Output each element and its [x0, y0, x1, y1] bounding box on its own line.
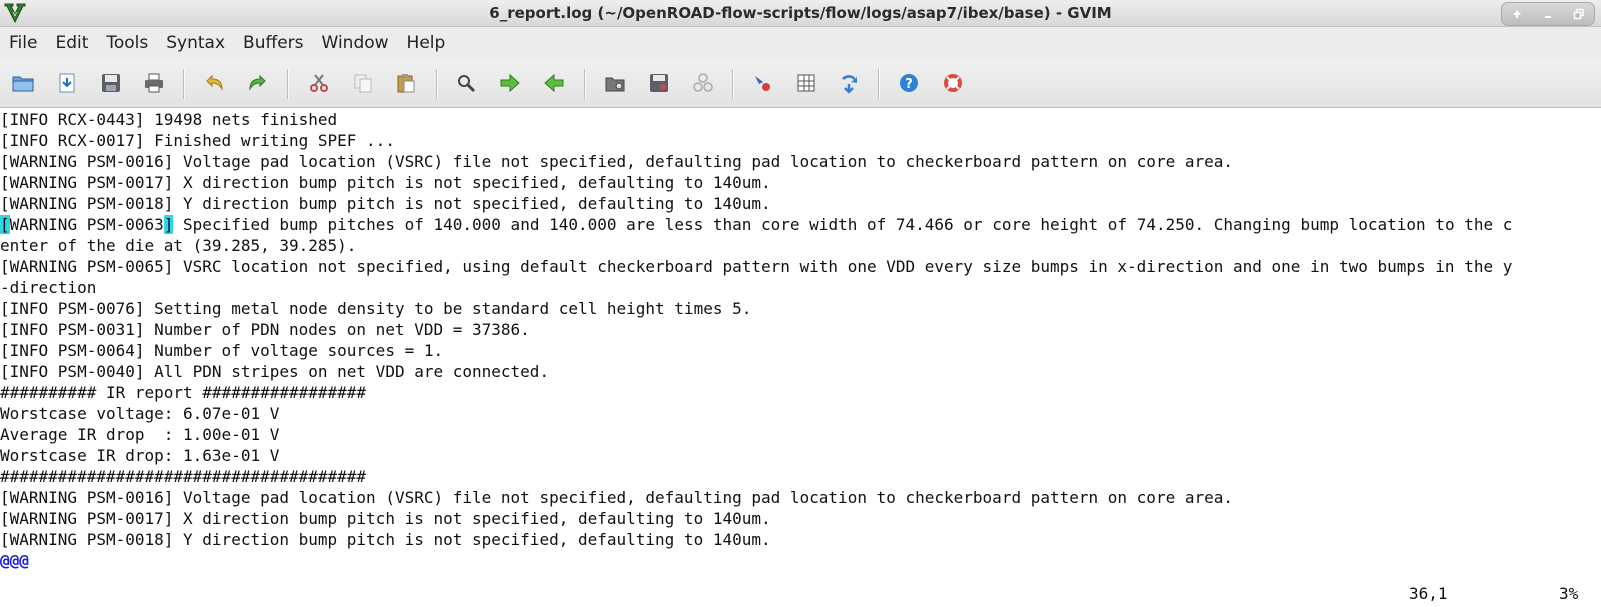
save-session-icon[interactable]	[646, 71, 672, 95]
open-file-icon[interactable]	[10, 71, 36, 95]
menu-help[interactable]: Help	[398, 33, 455, 53]
maximize-up-icon[interactable]	[1506, 5, 1528, 23]
cut-icon[interactable]	[306, 71, 332, 95]
text-line: -direction	[0, 278, 97, 297]
undo-icon[interactable]	[201, 71, 227, 95]
text-line: [WARNING PSM-0065] VSRC location not spe…	[0, 257, 1513, 276]
redo-icon[interactable]	[245, 71, 271, 95]
cursor-position: 36,1	[1409, 584, 1448, 603]
ctags-icon[interactable]	[836, 71, 862, 95]
status-line: 36,1 3%	[0, 582, 1601, 606]
menu-buffers[interactable]: Buffers	[234, 33, 312, 53]
text-line: [WARNING PSM-0018] Y direction bump pitc…	[0, 530, 771, 549]
svg-text:?: ?	[905, 77, 913, 92]
find-next-icon[interactable]	[497, 71, 523, 95]
text-line: Worstcase IR drop: 1.63e-01 V	[0, 446, 280, 465]
text-line: ########## IR report #################	[0, 383, 367, 402]
text-line: [INFO RCX-0443] 19498 nets finished	[0, 110, 338, 129]
menu-window[interactable]: Window	[313, 33, 398, 53]
menu-bar: File Edit Tools Syntax Buffers Window He…	[0, 27, 1601, 59]
save-icon[interactable]	[98, 71, 124, 95]
title-bar: v 6_report.log (~/OpenROAD-flow-scripts/…	[0, 0, 1601, 27]
text-line: [INFO RCX-0017] Finished writing SPEF ..…	[0, 131, 395, 150]
menu-file[interactable]: File	[0, 33, 46, 53]
load-session-icon[interactable]	[602, 71, 628, 95]
text-line: Average IR drop : 1.00e-01 V	[0, 425, 280, 444]
help-icon[interactable]: ?	[896, 71, 922, 95]
scroll-percent: 3%	[1559, 584, 1579, 603]
run-script-icon[interactable]	[690, 71, 716, 95]
text-line: [WARNING PSM-0018] Y direction bump pitc…	[0, 194, 771, 213]
text-line: [INFO PSM-0064] Number of voltage source…	[0, 341, 444, 360]
text-line: ######################################	[0, 467, 367, 486]
cursor-line-rest: Specified bump pitches of 140.000 and 14…	[173, 215, 1513, 234]
text-cursor: [	[0, 215, 10, 234]
toolbar: ?	[0, 59, 1601, 108]
print-icon[interactable]	[141, 71, 167, 95]
cursor-line-tag: WARNING PSM-0063	[9, 215, 164, 234]
menu-tools[interactable]: Tools	[97, 33, 157, 53]
text-line: enter of the die at (39.285, 39.285).	[0, 236, 357, 255]
find-prev-icon[interactable]	[541, 71, 567, 95]
text-line: Worstcase voltage: 6.07e-01 V	[0, 404, 280, 423]
find-help-icon[interactable]	[940, 71, 966, 95]
text-line: [INFO PSM-0076] Setting metal node densi…	[0, 299, 752, 318]
cursor-line: [WARNING PSM-0063] Specified bump pitche…	[0, 214, 1512, 235]
minimize-icon[interactable]	[1537, 5, 1559, 23]
shell-icon[interactable]	[793, 71, 819, 95]
find-icon[interactable]	[453, 71, 479, 95]
text-editor-area[interactable]: [INFO RCX-0443] 19498 nets finished [INF…	[0, 109, 1601, 571]
menu-edit[interactable]: Edit	[46, 33, 97, 53]
save-down-icon[interactable]	[54, 71, 80, 95]
make-icon[interactable]	[749, 71, 775, 95]
matching-bracket: ]	[163, 215, 174, 234]
text-line: [WARNING PSM-0016] Voltage pad location …	[0, 488, 1233, 507]
text-line: [WARNING PSM-0017] X direction bump pitc…	[0, 173, 771, 192]
window-title: 6_report.log (~/OpenROAD-flow-scripts/fl…	[489, 4, 1112, 22]
text-line: [WARNING PSM-0017] X direction bump pitc…	[0, 509, 771, 528]
copy-icon[interactable]	[350, 71, 376, 95]
text-line: [WARNING PSM-0016] Voltage pad location …	[0, 152, 1233, 171]
text-line: [INFO PSM-0040] All PDN stripes on net V…	[0, 362, 550, 381]
menu-syntax[interactable]: Syntax	[157, 33, 234, 53]
text-line: [INFO PSM-0031] Number of PDN nodes on n…	[0, 320, 530, 339]
restore-icon[interactable]	[1568, 5, 1590, 23]
paste-icon[interactable]	[393, 71, 419, 95]
window-controls	[1501, 2, 1595, 26]
truncated-line-marker: @@@	[0, 551, 29, 570]
